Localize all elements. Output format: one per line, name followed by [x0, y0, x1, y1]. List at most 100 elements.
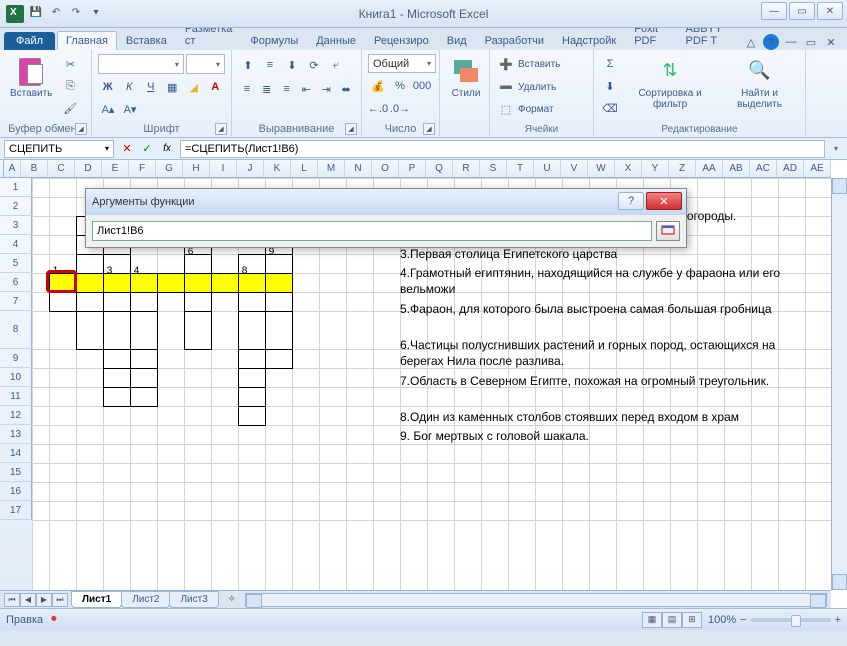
- crossword-cell[interactable]: [184, 273, 212, 293]
- insert-cells-label[interactable]: Вставить: [518, 59, 560, 70]
- col-header[interactable]: H: [183, 160, 210, 177]
- row-header[interactable]: 1: [0, 178, 32, 197]
- crossword-cell[interactable]: [238, 406, 266, 426]
- grow-font-icon[interactable]: A▴: [98, 100, 118, 120]
- col-header[interactable]: R: [453, 160, 480, 177]
- row-header[interactable]: 9: [0, 349, 32, 368]
- doc-minimize-icon[interactable]: —: [783, 34, 799, 50]
- currency-icon[interactable]: 💰: [368, 76, 388, 96]
- align-center-icon[interactable]: ≣: [258, 79, 276, 99]
- col-header[interactable]: N: [345, 160, 372, 177]
- align-bottom-icon[interactable]: ⬇: [282, 55, 302, 75]
- save-icon[interactable]: 💾: [28, 4, 44, 20]
- tab-view[interactable]: Вид: [438, 31, 476, 50]
- crossword-cell[interactable]: [49, 292, 77, 312]
- sheet-nav-first-icon[interactable]: ⏮: [4, 593, 20, 607]
- crossword-cell[interactable]: [211, 273, 239, 293]
- italic-button[interactable]: К: [120, 77, 140, 97]
- col-header[interactable]: J: [237, 160, 264, 177]
- col-header[interactable]: P: [399, 160, 426, 177]
- col-header[interactable]: O: [372, 160, 399, 177]
- crossword-cell[interactable]: [184, 292, 212, 312]
- paste-button[interactable]: Вставить: [6, 52, 56, 120]
- crossword-cell[interactable]: [265, 254, 293, 274]
- sheet-tab-1[interactable]: Лист1: [71, 591, 122, 608]
- sheet-nav-next-icon[interactable]: ▶: [36, 593, 52, 607]
- close-button[interactable]: ✕: [817, 2, 843, 20]
- format-painter-icon[interactable]: 🖌: [60, 98, 80, 118]
- expand-formula-bar-icon[interactable]: ▾: [829, 142, 843, 156]
- crossword-cell[interactable]: [265, 311, 293, 350]
- doc-close-icon[interactable]: ✕: [823, 34, 839, 50]
- formula-input[interactable]: =СЦЕПИТЬ(Лист1!B6): [180, 140, 825, 158]
- fill-icon[interactable]: ⬇: [600, 76, 620, 96]
- col-header[interactable]: A: [4, 160, 21, 177]
- crossword-cell[interactable]: [103, 273, 131, 293]
- merge-icon[interactable]: ⬌: [337, 79, 355, 99]
- insert-cell-icon[interactable]: ➕: [496, 54, 516, 74]
- dialog-argument-input[interactable]: [92, 221, 652, 241]
- align-left-icon[interactable]: ≡: [238, 79, 256, 99]
- file-tab[interactable]: Файл: [4, 32, 55, 50]
- sheet-nav-last-icon[interactable]: ⏭: [52, 593, 68, 607]
- row-header[interactable]: 3: [0, 216, 32, 235]
- align-top-icon[interactable]: ⬆: [238, 55, 258, 75]
- crossword-cell[interactable]: [130, 292, 158, 312]
- bold-button[interactable]: Ж: [98, 77, 118, 97]
- row-header[interactable]: 14: [0, 444, 32, 463]
- insert-function-icon[interactable]: fx: [158, 140, 176, 158]
- row-header[interactable]: 5: [0, 254, 32, 273]
- add-sheet-icon[interactable]: ✧: [223, 593, 241, 607]
- crossword-cell[interactable]: [130, 387, 158, 407]
- format-cell-icon[interactable]: ⬚: [496, 100, 516, 120]
- crossword-cell[interactable]: [238, 368, 266, 388]
- col-header[interactable]: AE: [804, 160, 831, 177]
- crossword-cell[interactable]: [49, 273, 77, 293]
- crossword-cell[interactable]: [76, 292, 104, 312]
- crossword-cell[interactable]: [103, 387, 131, 407]
- dialog-collapse-button[interactable]: [656, 221, 680, 241]
- crossword-cell[interactable]: [76, 311, 104, 350]
- row-header[interactable]: 10: [0, 368, 32, 387]
- col-header[interactable]: D: [75, 160, 102, 177]
- styles-button[interactable]: Стили: [446, 52, 486, 120]
- doc-restore-icon[interactable]: ▭: [803, 34, 819, 50]
- percent-icon[interactable]: %: [390, 76, 410, 96]
- maximize-button[interactable]: ▭: [789, 2, 815, 20]
- col-header[interactable]: B: [21, 160, 48, 177]
- row-header[interactable]: 2: [0, 197, 32, 216]
- undo-icon[interactable]: ↶: [48, 4, 64, 20]
- help-icon[interactable]: ?: [763, 34, 779, 50]
- col-header[interactable]: C: [48, 160, 75, 177]
- crossword-cell[interactable]: [238, 292, 266, 312]
- enter-formula-icon[interactable]: ✓: [138, 140, 156, 158]
- dialog-help-button[interactable]: ?: [618, 192, 644, 210]
- col-header[interactable]: T: [507, 160, 534, 177]
- col-header[interactable]: M: [318, 160, 345, 177]
- col-header[interactable]: AA: [696, 160, 723, 177]
- inc-indent-icon[interactable]: ⇥: [317, 79, 335, 99]
- comma-icon[interactable]: 000: [412, 76, 432, 96]
- crossword-cell[interactable]: [130, 273, 158, 293]
- border-button[interactable]: ▦: [163, 77, 183, 97]
- tab-formulas[interactable]: Формулы: [241, 31, 307, 50]
- crossword-cell[interactable]: [265, 349, 293, 369]
- align-middle-icon[interactable]: ≡: [260, 55, 280, 75]
- row-header[interactable]: 11: [0, 387, 32, 406]
- col-header[interactable]: L: [291, 160, 318, 177]
- delete-cells-label[interactable]: Удалить: [518, 82, 556, 93]
- find-select-button[interactable]: 🔍 Найти и выделить: [720, 52, 799, 120]
- crossword-cell[interactable]: [130, 368, 158, 388]
- format-cells-label[interactable]: Формат: [518, 104, 554, 115]
- zoom-level[interactable]: 100%: [708, 614, 736, 626]
- col-header[interactable]: Z: [669, 160, 696, 177]
- row-header[interactable]: 16: [0, 482, 32, 501]
- crossword-cell[interactable]: [238, 311, 266, 350]
- row-header[interactable]: 15: [0, 463, 32, 482]
- page-layout-view-icon[interactable]: ▤: [662, 612, 682, 628]
- crossword-cell[interactable]: [103, 368, 131, 388]
- col-header[interactable]: U: [534, 160, 561, 177]
- number-dialog-icon[interactable]: ◢: [423, 123, 435, 135]
- qat-dropdown-icon[interactable]: ▾: [88, 4, 104, 20]
- col-header[interactable]: F: [129, 160, 156, 177]
